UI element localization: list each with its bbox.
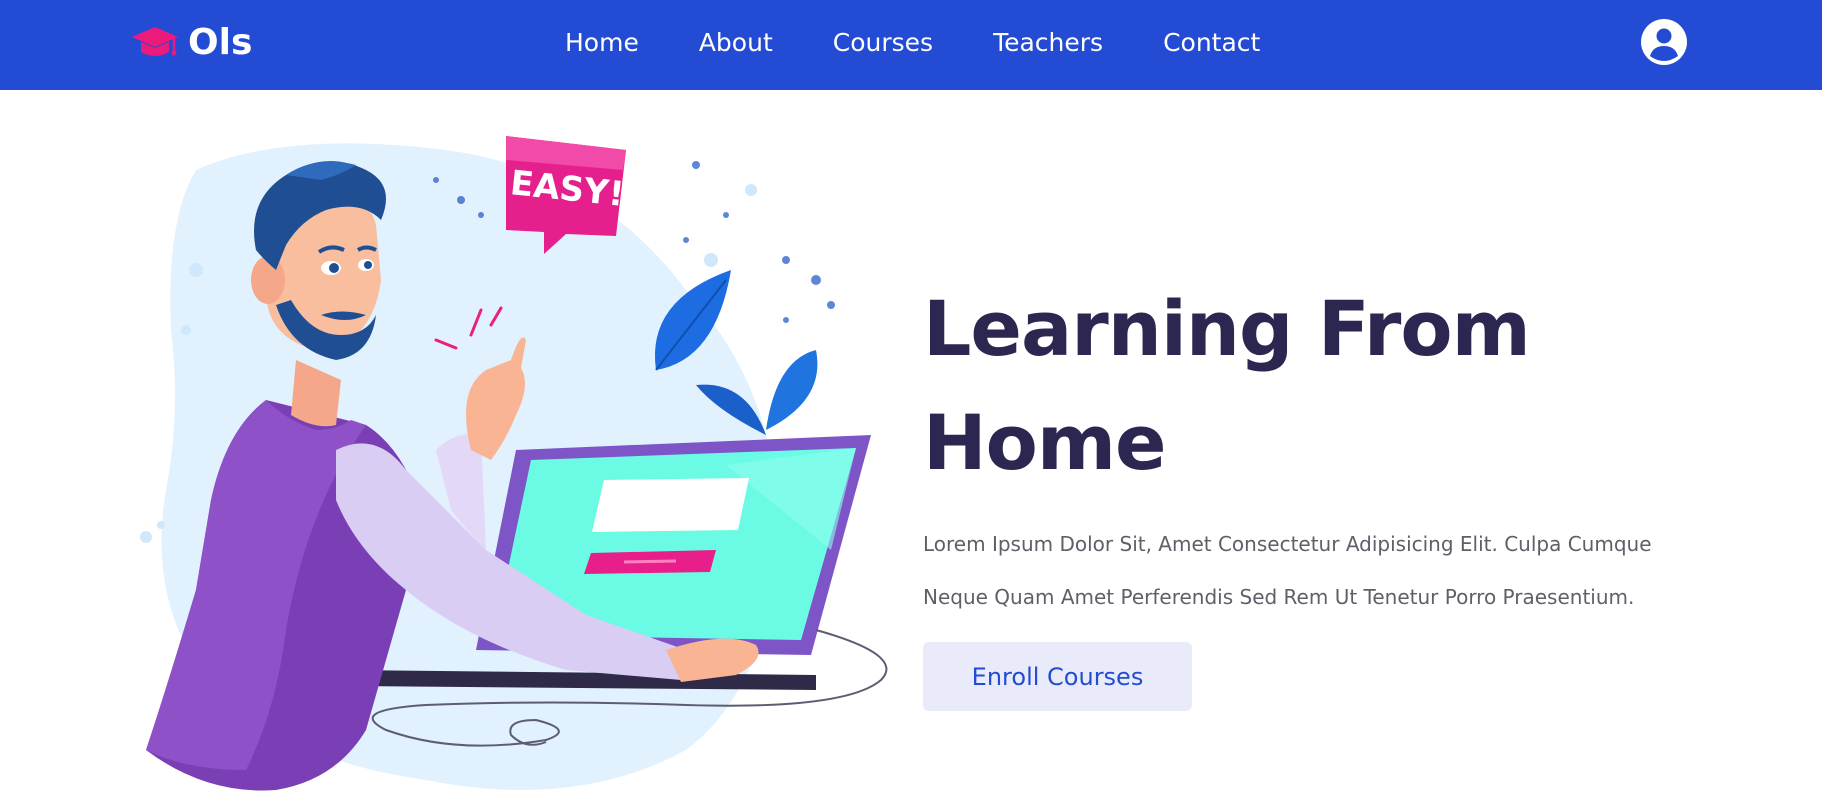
graduation-cap-icon: [130, 25, 180, 59]
logo[interactable]: Ols: [130, 18, 252, 66]
nav-teachers[interactable]: Teachers: [993, 28, 1103, 57]
nav-courses[interactable]: Courses: [833, 28, 933, 57]
top-navbar: Ols Home About Courses Teachers Contact: [0, 0, 1822, 90]
logo-text: Ols: [188, 21, 253, 63]
enroll-courses-button[interactable]: Enroll Courses: [923, 642, 1192, 711]
hero-title: Learning From Home: [923, 272, 1713, 500]
hero-title-line-2: Home: [923, 398, 1167, 487]
hero-description: Lorem Ipsum Dolor Sit, Amet Consectetur …: [923, 532, 1652, 609]
nav-contact[interactable]: Contact: [1163, 28, 1260, 57]
hero-title-line-1: Learning From: [923, 284, 1531, 373]
hero-content: Learning From Home Lorem Ipsum Dolor Sit…: [923, 272, 1713, 711]
nav-home[interactable]: Home: [565, 28, 639, 57]
hero-illustration: EASY!: [126, 130, 906, 796]
main-nav: Home About Courses Teachers Contact: [565, 0, 1260, 84]
user-circle-icon[interactable]: [1641, 19, 1687, 65]
nav-about[interactable]: About: [699, 28, 773, 57]
